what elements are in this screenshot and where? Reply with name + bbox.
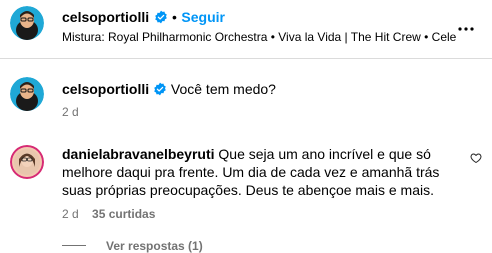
- verified-badge-icon: [154, 10, 168, 29]
- verified-badge-icon: [153, 82, 167, 100]
- replies-line: [62, 245, 86, 246]
- comment-username[interactable]: danielabravanelbeyruti: [62, 146, 215, 162]
- header-username[interactable]: celsoportiolli: [62, 9, 149, 25]
- view-replies-link[interactable]: Ver respostas (1): [106, 239, 203, 253]
- audio-line[interactable]: Mistura: Royal Philharmonic Orchestra • …: [62, 30, 492, 44]
- comment-text-line3: suas próprias preocupações. Deus te aben…: [62, 182, 434, 198]
- caption-username[interactable]: celsoportiolli: [62, 81, 149, 97]
- heart-outline-icon[interactable]: [470, 151, 482, 163]
- follow-button[interactable]: Seguir: [181, 9, 225, 25]
- caption-text: Você tem medo?: [170, 81, 276, 97]
- more-options-icon[interactable]: [458, 19, 474, 31]
- comment-text-line2: melhore daqui pra frente. Um dia de cada…: [62, 164, 440, 180]
- comment-text-line1: Que seja um ano incrível e que só: [218, 146, 431, 162]
- comment-likes[interactable]: 35 curtidas: [92, 207, 155, 221]
- comment-time[interactable]: 2 d: [62, 207, 79, 221]
- comment-avatar[interactable]: [10, 145, 44, 179]
- separator-dot: •: [172, 9, 177, 25]
- caption-avatar[interactable]: [10, 77, 44, 111]
- header-avatar[interactable]: [10, 6, 44, 40]
- caption-time[interactable]: 2 d: [62, 105, 79, 119]
- header-divider: [0, 58, 492, 59]
